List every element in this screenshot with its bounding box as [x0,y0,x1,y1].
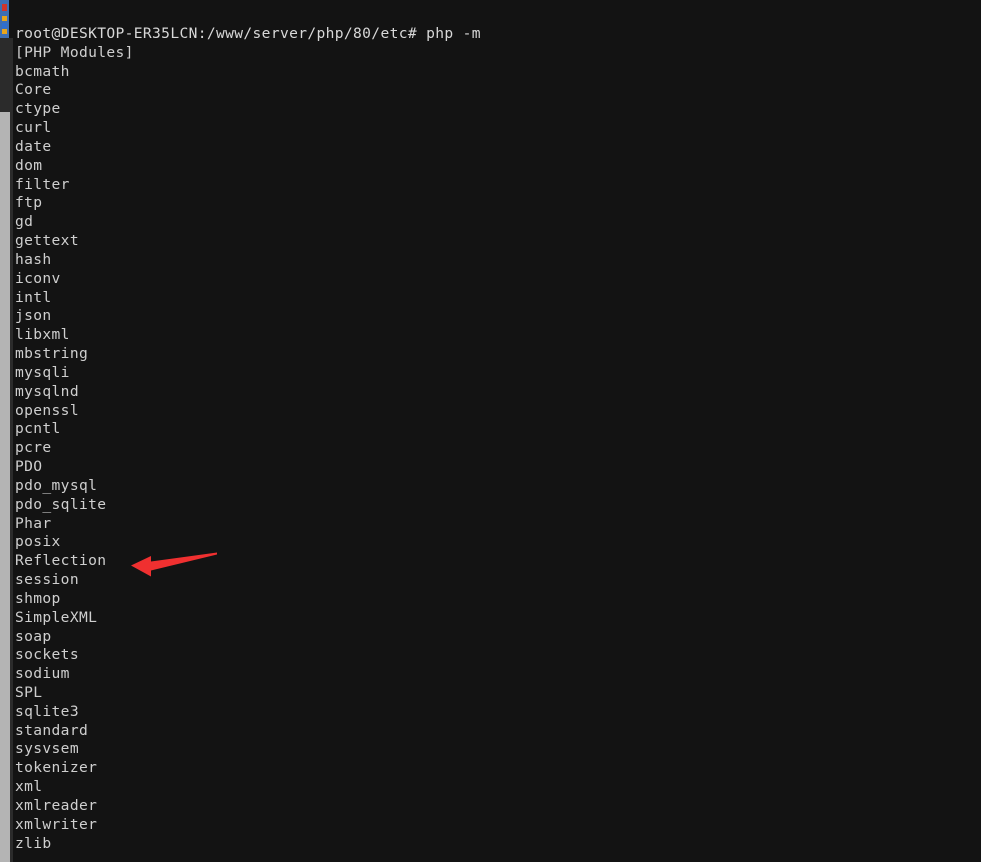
php-module-line: xmlwriter [15,815,98,833]
php-module-line: curl [15,119,52,137]
php-module-line: sodium [15,665,70,683]
php-module-line: shmop [15,589,61,607]
php-module-line: libxml [15,326,70,344]
php-module-line: hash [15,250,52,268]
php-module-line: soap [15,627,52,645]
screenshot-root: root@DESKTOP-ER35LCN:/www/server/php/80/… [0,0,981,862]
php-module-line: filter [15,175,70,193]
php-module-line: pcntl [15,420,61,438]
php-module-line: PDO [15,458,43,476]
php-module-line: pdo_sqlite [15,495,107,513]
php-module-line: posix [15,533,61,551]
php-module-line: intl [15,288,52,306]
terminal-output-area[interactable]: root@DESKTOP-ER35LCN:/www/server/php/80/… [13,0,981,862]
terminal-scrollbar-thumb[interactable] [0,112,10,862]
php-module-line: xml [15,778,43,796]
php-module-line: SimpleXML [15,608,98,626]
php-module-line: sysvsem [15,740,79,758]
terminal-section-header: [PHP Modules] [15,43,134,61]
sliver-amber-chip-icon-2 [2,29,7,34]
sliver-red-chip-icon [2,4,7,11]
php-module-line: mbstring [15,345,89,363]
php-module-line: tokenizer [15,759,98,777]
php-module-line: mysqli [15,363,70,381]
php-module-line: gettext [15,232,79,250]
php-module-line: dom [15,156,43,174]
php-module-line: zlib [15,834,52,852]
php-module-line: gd [15,213,34,231]
php-module-line: Core [15,81,52,99]
sliver-blue-chip-icon [2,23,7,28]
php-module-line: sockets [15,646,79,664]
php-module-line: iconv [15,269,61,287]
php-module-line: session [15,571,79,589]
php-module-line: xmlreader [15,796,98,814]
php-module-line: ctype [15,100,61,118]
php-module-line: ftp [15,194,43,212]
php-module-line: mysqlnd [15,382,79,400]
php-module-list: bcmath Core ctype curl date dom filter ftp gd get… [13,63,981,854]
sliver-amber-chip-icon [2,16,7,21]
php-module-line: bcmath [15,62,70,80]
php-module-line: pdo_mysql [15,476,98,494]
php-module-line: pcre [15,439,52,457]
background-window-sliver[interactable] [0,0,9,38]
php-module-line: openssl [15,401,79,419]
php-module-line: sqlite3 [15,702,79,720]
php-module-line: date [15,137,52,155]
php-module-line: Phar [15,514,52,532]
terminal-scrollbar-track[interactable] [0,38,10,862]
php-module-line: SPL [15,683,43,701]
php-module-line: json [15,307,52,325]
terminal-prompt-line: root@DESKTOP-ER35LCN:/www/server/php/80/… [15,25,481,42]
php-module-line: standard [15,721,89,739]
php-module-line: Reflection [15,552,107,570]
